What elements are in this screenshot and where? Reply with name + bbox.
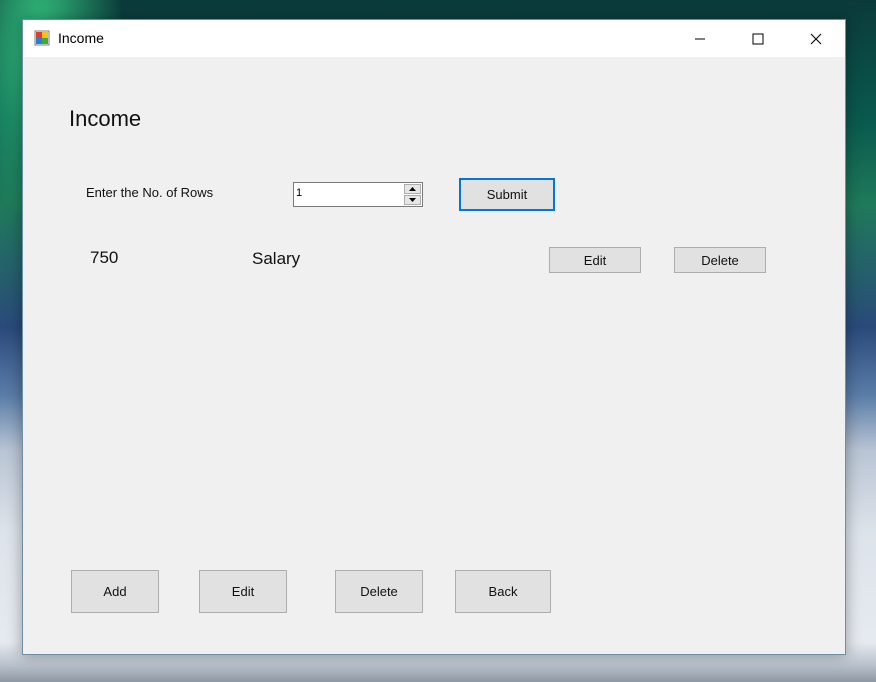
income-window: Income Income Enter the No. of Rows 1 Su… — [22, 19, 846, 655]
record-delete-button[interactable]: Delete — [674, 247, 766, 273]
close-icon — [810, 33, 822, 44]
rows-count-stepper[interactable]: 1 — [293, 182, 423, 207]
caret-down-icon — [409, 198, 416, 202]
rows-count-label: Enter the No. of Rows — [86, 185, 214, 200]
rows-count-value[interactable]: 1 — [296, 187, 302, 199]
title-bar[interactable]: Income — [23, 20, 845, 57]
minimize-icon — [695, 38, 705, 39]
record-category: Salary — [252, 249, 301, 268]
submit-button[interactable]: Submit — [459, 178, 555, 211]
edit-button[interactable]: Edit — [199, 570, 287, 613]
stepper-spin-buttons — [404, 184, 421, 205]
record-amount: 750 — [90, 248, 119, 267]
maximize-button[interactable] — [729, 20, 787, 57]
stepper-down-button[interactable] — [404, 195, 421, 205]
page-title: Income — [69, 106, 142, 131]
windows-form-icon — [34, 30, 50, 46]
caret-up-icon — [409, 187, 416, 191]
record-edit-button[interactable]: Edit — [549, 247, 641, 273]
back-button[interactable]: Back — [455, 570, 551, 613]
maximize-icon — [752, 33, 764, 44]
stepper-up-button[interactable] — [404, 184, 421, 194]
window-title: Income — [58, 30, 104, 46]
add-button[interactable]: Add — [71, 570, 159, 613]
close-button[interactable] — [787, 20, 845, 57]
delete-button[interactable]: Delete — [335, 570, 423, 613]
minimize-button[interactable] — [671, 20, 729, 57]
